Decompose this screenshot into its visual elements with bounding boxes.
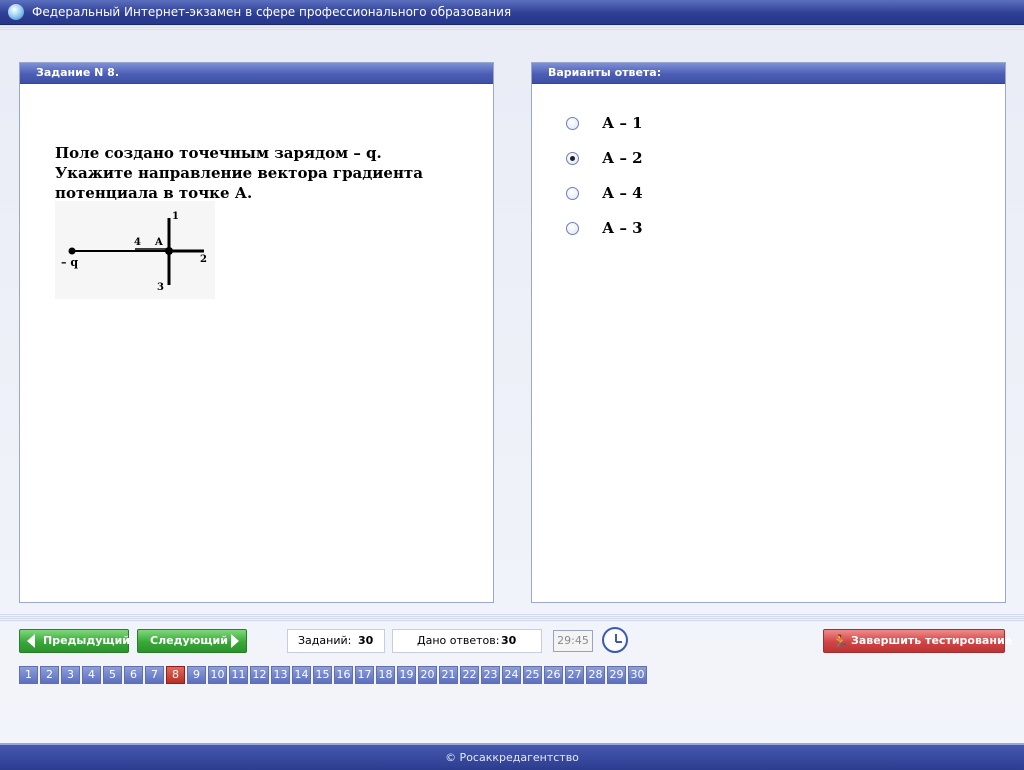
page-button-15[interactable]: 15: [313, 666, 332, 684]
page-button-3[interactable]: 3: [61, 666, 80, 684]
page-button-16[interactable]: 16: [334, 666, 353, 684]
answer-label: А – 4: [602, 184, 643, 202]
answers-panel: Варианты ответа: А – 1 А – 2 А – 4 А – 3: [531, 62, 1006, 603]
page-button-8[interactable]: 8: [166, 666, 185, 684]
finish-test-label: Завершить тестирование: [851, 634, 1013, 647]
page-button-12[interactable]: 12: [250, 666, 269, 684]
header-stripes: [0, 25, 1024, 30]
page-button-9[interactable]: 9: [187, 666, 206, 684]
direction-1-label: 1: [172, 211, 179, 222]
page-button-18[interactable]: 18: [376, 666, 395, 684]
answer-radio[interactable]: [566, 117, 579, 130]
answered-count-box: Дано ответов: 30: [392, 629, 542, 653]
answer-radio[interactable]: [566, 152, 579, 165]
answer-radio[interactable]: [566, 222, 579, 235]
finish-test-button[interactable]: 🏃 Завершить тестирование: [823, 629, 1012, 653]
point-a-dot: [165, 247, 173, 255]
field-diagram: – q A 1 2 3 4: [55, 201, 215, 299]
page-button-14[interactable]: 14: [292, 666, 311, 684]
window-title: Федеральный Интернет-экзамен в сфере про…: [32, 5, 512, 19]
answer-label: А – 2: [602, 149, 643, 167]
tasks-count-label: Заданий:: [298, 634, 352, 647]
running-man-icon: 🏃: [832, 635, 849, 650]
answer-label: А – 1: [602, 114, 643, 132]
answers-header: Варианты ответа:: [532, 63, 1005, 84]
timer-display: 29:45: [553, 630, 593, 652]
direction-3-label: 3: [157, 282, 164, 293]
page-button-10[interactable]: 10: [208, 666, 227, 684]
clock-icon: [602, 627, 628, 653]
question-text: Поле создано точечным зарядом – q. Укажи…: [55, 144, 423, 202]
charge-dot: [68, 247, 76, 255]
page-button-22[interactable]: 22: [460, 666, 479, 684]
page-button-30[interactable]: 30: [628, 666, 647, 684]
page-button-23[interactable]: 23: [481, 666, 500, 684]
app-logo-icon: [8, 4, 24, 20]
page-button-20[interactable]: 20: [418, 666, 437, 684]
next-label: Следующий: [150, 634, 228, 647]
page-button-2[interactable]: 2: [40, 666, 59, 684]
answered-count-value: 30: [501, 634, 517, 647]
page-button-1[interactable]: 1: [19, 666, 38, 684]
page-button-24[interactable]: 24: [502, 666, 521, 684]
footer: © Росаккредагентство: [0, 743, 1024, 770]
tasks-count-box: Заданий: 30: [287, 629, 385, 653]
arrow-right-icon: [231, 634, 239, 648]
direction-2-label: 2: [200, 254, 207, 265]
previous-button[interactable]: Предыдущий: [19, 629, 131, 653]
page-button-13[interactable]: 13: [271, 666, 290, 684]
page-button-7[interactable]: 7: [145, 666, 164, 684]
page-button-19[interactable]: 19: [397, 666, 416, 684]
answered-count-label: Дано ответов:: [417, 634, 500, 647]
answer-label: А – 3: [602, 219, 643, 237]
page-button-6[interactable]: 6: [124, 666, 143, 684]
answer-radio[interactable]: [566, 187, 579, 200]
title-bar: Федеральный Интернет-экзамен в сфере про…: [0, 0, 1024, 25]
arrow-left-icon: [27, 634, 35, 648]
direction-4-label: 4: [134, 237, 141, 248]
page-button-5[interactable]: 5: [103, 666, 122, 684]
page-button-28[interactable]: 28: [586, 666, 605, 684]
page-button-11[interactable]: 11: [229, 666, 248, 684]
page-button-21[interactable]: 21: [439, 666, 458, 684]
copyright-text: © Росаккредагентство: [445, 751, 579, 764]
page-button-17[interactable]: 17: [355, 666, 374, 684]
bottom-separator: [0, 614, 1024, 622]
previous-label: Предыдущий: [43, 634, 131, 647]
next-button[interactable]: Следующий: [137, 629, 247, 653]
tasks-count-value: 30: [358, 634, 374, 647]
page-button-27[interactable]: 27: [565, 666, 584, 684]
page-button-26[interactable]: 26: [544, 666, 563, 684]
task-header: Задание N 8.: [20, 63, 493, 84]
charge-label: – q: [61, 256, 78, 269]
page-button-25[interactable]: 25: [523, 666, 542, 684]
page-button-29[interactable]: 29: [607, 666, 626, 684]
page-button-4[interactable]: 4: [82, 666, 101, 684]
point-a-label: A: [154, 237, 163, 248]
task-panel: Задание N 8. Поле создано точечным заряд…: [19, 62, 494, 603]
